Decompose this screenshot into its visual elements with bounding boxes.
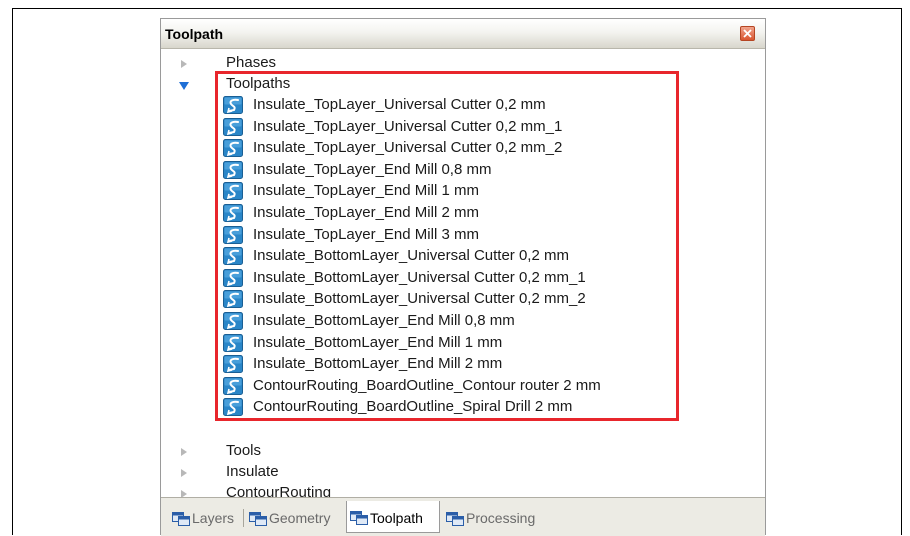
toolpath-icon bbox=[223, 247, 243, 266]
toolpath-item-label: Insulate_TopLayer_End Mill 3 mm bbox=[253, 225, 479, 243]
tab-geometry[interactable]: Geometry bbox=[246, 504, 342, 532]
toolpath-item[interactable]: Insulate_BottomLayer_End Mill 1 mm bbox=[223, 332, 673, 354]
toolpath-item-label: Insulate_BottomLayer_End Mill 2 mm bbox=[253, 355, 503, 373]
toolpath-item-label: Insulate_BottomLayer_Universal Cutter 0,… bbox=[253, 247, 569, 265]
toolpath-item[interactable]: Insulate_TopLayer_End Mill 3 mm bbox=[223, 224, 673, 246]
toolpath-item-label: Insulate_TopLayer_Universal Cutter 0,2 m… bbox=[253, 139, 563, 157]
processing-tab-icon bbox=[446, 509, 464, 526]
toolpath-icon bbox=[223, 333, 243, 352]
tab-label: Processing bbox=[466, 510, 536, 526]
tab-label: Geometry bbox=[269, 510, 331, 526]
toolpath-item[interactable]: Insulate_BottomLayer_End Mill 2 mm bbox=[223, 353, 673, 375]
tree-node-toolpaths[interactable]: Toolpaths bbox=[161, 73, 761, 95]
toolpath-item[interactable]: Insulate_TopLayer_Universal Cutter 0,2 m… bbox=[223, 94, 673, 116]
tree-node-tools[interactable]: Tools bbox=[161, 440, 761, 462]
document-frame-right bbox=[901, 8, 902, 535]
toolpath-icon bbox=[223, 268, 243, 287]
tab-processing[interactable]: Processing bbox=[443, 504, 553, 532]
toolpath-item[interactable]: Insulate_TopLayer_Universal Cutter 0,2 m… bbox=[223, 116, 673, 138]
close-button[interactable] bbox=[740, 26, 755, 41]
toolpath-item-label: ContourRouting_BoardOutline_Contour rout… bbox=[253, 376, 601, 394]
document-frame-top bbox=[12, 8, 902, 9]
toolpath-item[interactable]: Insulate_BottomLayer_End Mill 0,8 mm bbox=[223, 310, 673, 332]
toolpath-item[interactable]: ContourRouting_BoardOutline_Spiral Drill… bbox=[223, 396, 673, 418]
toolpath-icon bbox=[223, 139, 243, 158]
tree-node-label: Tools bbox=[226, 442, 262, 459]
toolpath-item-label: ContourRouting_BoardOutline_Spiral Drill… bbox=[253, 398, 573, 416]
geometry-tab-icon bbox=[249, 509, 267, 526]
tab-layers[interactable]: Layers bbox=[169, 504, 241, 532]
expand-arrow-icon[interactable] bbox=[179, 447, 189, 457]
toolpath-icon bbox=[223, 290, 243, 309]
toolpath-item[interactable]: Insulate_BottomLayer_Universal Cutter 0,… bbox=[223, 288, 673, 310]
toolpath-icon bbox=[223, 355, 243, 374]
tab-label: Layers bbox=[192, 510, 235, 526]
toolpath-icon bbox=[223, 398, 243, 417]
toolpath-item-label: Insulate_TopLayer_Universal Cutter 0,2 m… bbox=[253, 96, 546, 113]
toolpath-item-label: Insulate_TopLayer_End Mill 0,8 mm bbox=[253, 160, 492, 178]
tree-node-label: Phases bbox=[226, 54, 277, 71]
toolpath-icon bbox=[223, 96, 243, 114]
layers-tab-icon bbox=[172, 509, 190, 526]
toolpath-icon bbox=[223, 204, 243, 222]
tree-node-label: Toolpaths bbox=[226, 75, 291, 92]
toolpath-item[interactable]: Insulate_TopLayer_End Mill 2 mm bbox=[223, 202, 673, 224]
toolpath-icon bbox=[223, 312, 243, 330]
tab-label: Toolpath bbox=[370, 510, 423, 526]
toolpath-item-label: Insulate_BottomLayer_Universal Cutter 0,… bbox=[253, 268, 586, 286]
toolpath-icon bbox=[223, 117, 243, 136]
panel-title: Toolpath bbox=[165, 26, 224, 42]
toolpath-item[interactable]: Insulate_BottomLayer_Universal Cutter 0,… bbox=[223, 245, 673, 267]
expand-arrow-icon[interactable] bbox=[179, 59, 189, 69]
toolpath-item-label: Insulate_BottomLayer_Universal Cutter 0,… bbox=[253, 290, 586, 308]
toolpath-item[interactable]: Insulate_TopLayer_Universal Cutter 0,2 m… bbox=[223, 137, 673, 159]
toolpath-item-label: Insulate_TopLayer_End Mill 1 mm bbox=[253, 182, 479, 200]
panel-titlebar: Toolpath bbox=[161, 19, 765, 49]
tree-node-insulate[interactable]: Insulate bbox=[161, 461, 761, 483]
toolpath-icon bbox=[223, 182, 243, 201]
toolpath-item-label: Insulate_BottomLayer_End Mill 1 mm bbox=[253, 333, 503, 351]
toolpath-item[interactable]: Insulate_BottomLayer_Universal Cutter 0,… bbox=[223, 267, 673, 289]
toolpath-item-label: Insulate_BottomLayer_End Mill 0,8 mm bbox=[253, 312, 515, 329]
document-frame-left bbox=[12, 8, 13, 535]
collapse-arrow-icon[interactable] bbox=[179, 81, 189, 91]
tree-node-label: Insulate bbox=[226, 463, 279, 480]
toolpath-item[interactable]: ContourRouting_BoardOutline_Contour rout… bbox=[223, 375, 673, 397]
toolpath-panel: Toolpath Phases Toolpaths Insulate_TopLa… bbox=[160, 18, 766, 536]
expand-arrow-icon[interactable] bbox=[179, 468, 189, 478]
toolpath-item-label: Insulate_TopLayer_Universal Cutter 0,2 m… bbox=[253, 117, 563, 135]
tab-separator bbox=[243, 509, 244, 527]
toolpath-icon bbox=[223, 225, 243, 244]
toolpath-item-label: Insulate_TopLayer_End Mill 2 mm bbox=[253, 204, 479, 221]
tree-node-phases[interactable]: Phases bbox=[161, 52, 761, 74]
toolpath-item[interactable]: Insulate_TopLayer_End Mill 1 mm bbox=[223, 180, 673, 202]
panel-tabstrip: Layers Geometry Toolpath Processing bbox=[161, 497, 765, 536]
close-icon bbox=[743, 29, 752, 38]
toolpath-item[interactable]: Insulate_TopLayer_End Mill 0,8 mm bbox=[223, 159, 673, 181]
tab-toolpath[interactable]: Toolpath bbox=[346, 501, 440, 533]
toolpath-icon bbox=[223, 160, 243, 179]
toolpath-tab-icon bbox=[350, 508, 368, 525]
toolpath-icon bbox=[223, 376, 243, 395]
